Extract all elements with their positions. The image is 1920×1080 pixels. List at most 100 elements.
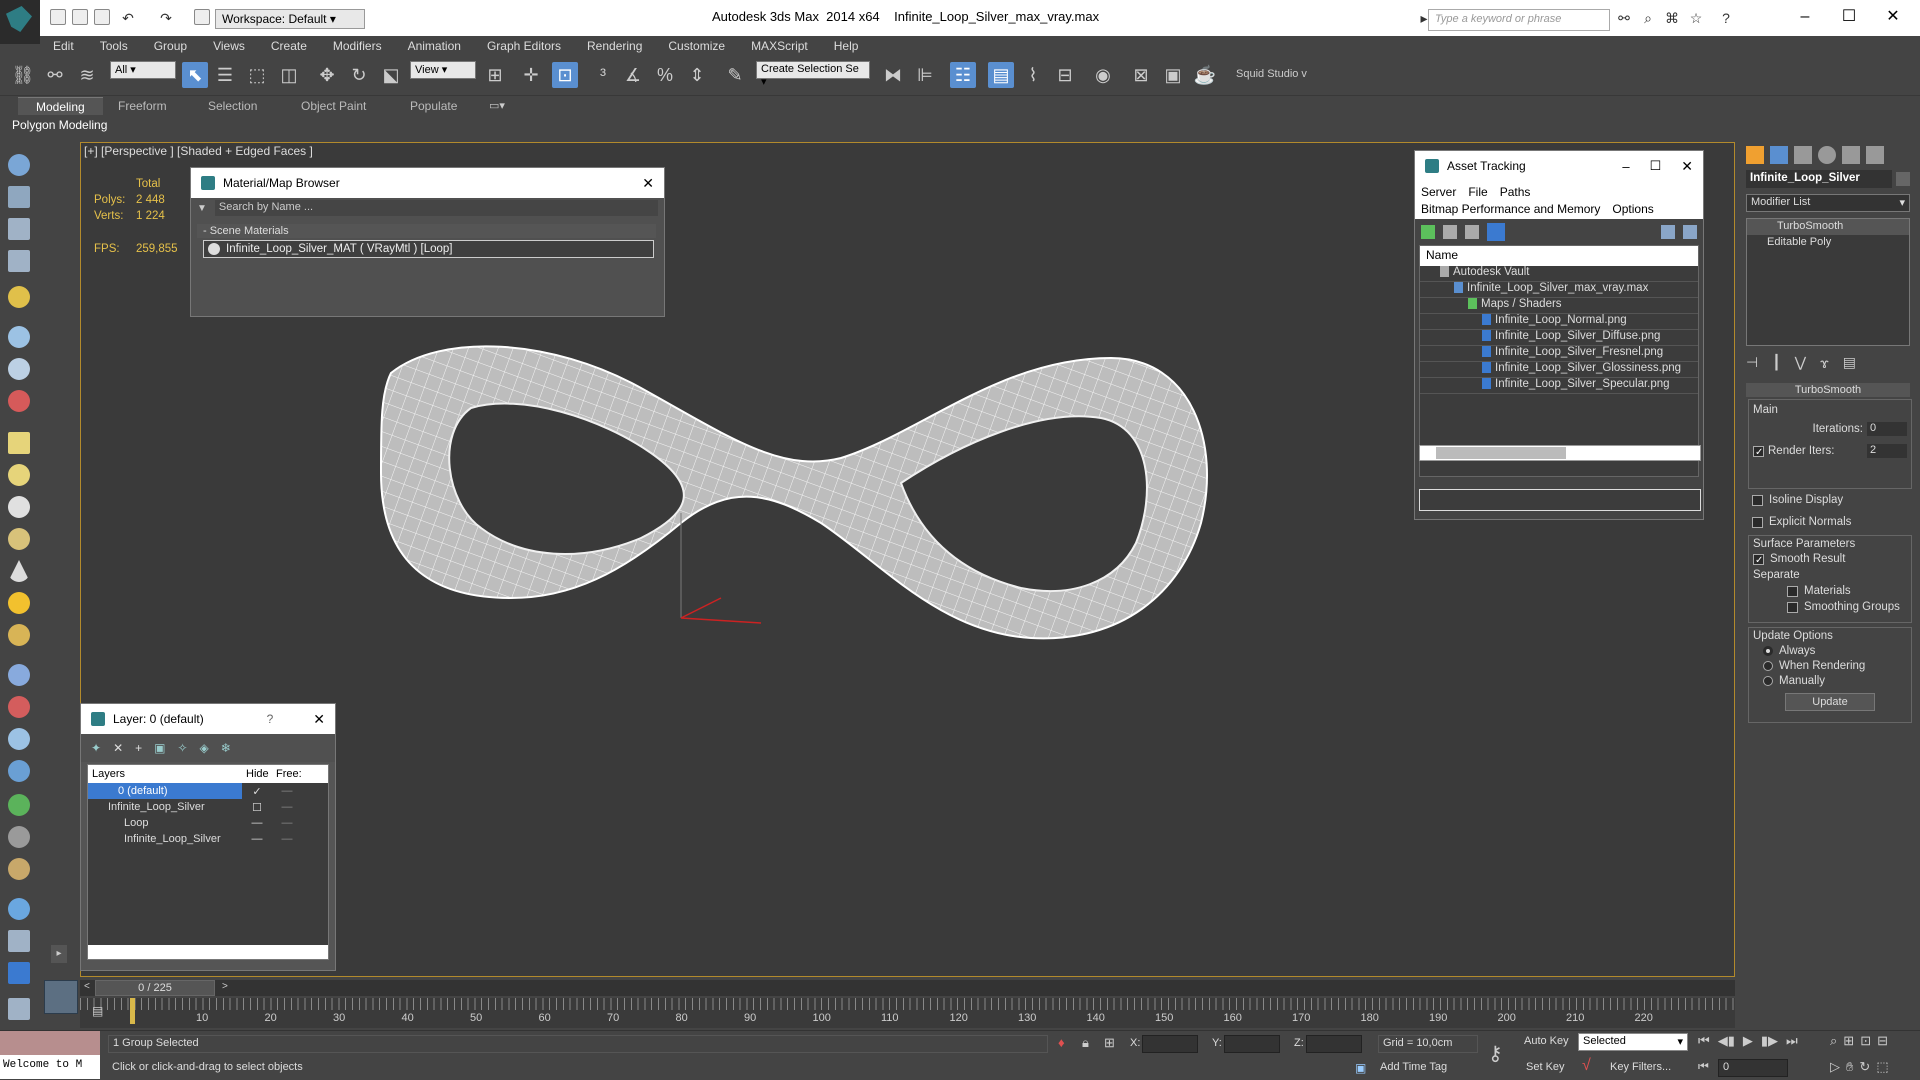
render-setup-icon[interactable]: ⊠ — [1128, 62, 1154, 88]
menu-options[interactable]: Options — [1612, 202, 1653, 216]
material-list-item[interactable]: Infinite_Loop_Silver_MAT ( VRayMtl ) [Lo… — [203, 240, 654, 258]
menu-create[interactable]: Create — [258, 36, 320, 56]
hierarchy-icon[interactable] — [8, 326, 30, 348]
delete-layer-icon[interactable]: ✕ — [113, 741, 123, 755]
help-icon[interactable] — [1661, 225, 1675, 239]
hide-toggle[interactable]: — — [242, 833, 272, 845]
time-cursor[interactable] — [130, 998, 135, 1024]
minimize-icon[interactable]: – — [1622, 159, 1629, 174]
x-coord-field[interactable] — [1142, 1035, 1198, 1053]
asset-row[interactable]: Infinite_Loop_Silver_Specular.png — [1420, 378, 1698, 394]
tab-modeling[interactable]: Modeling — [18, 97, 103, 115]
asset-scroll-thumb[interactable] — [1436, 447, 1566, 459]
space-warp-icon[interactable] — [8, 760, 30, 782]
configure-sets-icon[interactable]: ▤ — [1843, 354, 1856, 371]
app-logo-button[interactable] — [0, 0, 40, 44]
go-to-end-icon[interactable]: ⏭ — [1786, 1033, 1798, 1049]
maximize-icon[interactable]: ☐ — [1829, 4, 1869, 30]
material-editor-icon[interactable]: ◉ — [1090, 62, 1116, 88]
menu-server[interactable]: Server — [1421, 185, 1456, 199]
select-object-icon[interactable]: ⬉ — [182, 62, 208, 88]
hide-column[interactable]: Hide — [246, 768, 276, 780]
turbosmooth-rollout-header[interactable]: TurboSmooth — [1746, 383, 1910, 397]
close-icon[interactable]: ✕ — [1873, 4, 1913, 30]
edit-named-selection-icon[interactable]: ✎ — [722, 62, 748, 88]
hide-toggle[interactable]: ☐ — [242, 801, 272, 814]
asset-tracking-titlebar[interactable]: Asset Tracking – ☐ ✕ — [1415, 151, 1703, 181]
menu-rendering[interactable]: Rendering — [574, 36, 655, 56]
manually-radio[interactable] — [1763, 676, 1773, 686]
freeze-toggle[interactable]: — — [272, 801, 302, 813]
when-rendering-radio[interactable] — [1763, 661, 1773, 671]
asset-row[interactable]: Infinite_Loop_Silver_Glossiness.png — [1420, 362, 1698, 378]
sun-icon[interactable] — [8, 592, 30, 614]
utilities-tab-icon[interactable] — [1866, 146, 1884, 164]
set-key-icon[interactable]: √ — [1582, 1057, 1591, 1075]
modifier-list-dropdown[interactable]: Modifier List ▾ — [1746, 194, 1910, 212]
menu-tools[interactable]: Tools — [87, 36, 141, 56]
prev-frame-icon[interactable]: < — [84, 981, 90, 992]
dynamics-icon[interactable] — [8, 696, 30, 718]
asset-row[interactable]: Autodesk Vault — [1420, 266, 1698, 282]
asset-row[interactable]: Infinite_Loop_Silver_Diffuse.png — [1420, 330, 1698, 346]
close-icon[interactable]: ✕ — [642, 175, 654, 192]
next-frame-icon[interactable]: > — [222, 981, 228, 992]
scale-icon[interactable]: ⬕ — [378, 62, 404, 88]
bind-space-warp-icon[interactable]: ≋ — [74, 62, 100, 88]
set-key-button[interactable]: Set Key — [1526, 1061, 1565, 1073]
rotate-icon[interactable]: ↻ — [346, 62, 372, 88]
object-name-field[interactable]: Infinite_Loop_Silver — [1746, 170, 1892, 188]
render-iters-checkbox[interactable] — [1753, 445, 1764, 457]
scene-materials-header[interactable]: - Scene Materials — [197, 224, 656, 238]
tab-populate[interactable]: Populate — [392, 97, 475, 115]
modify-tab-icon[interactable] — [1770, 146, 1788, 164]
freeze-column[interactable]: Free: — [276, 768, 302, 780]
spinner-snap-icon[interactable]: ⇕ — [684, 62, 710, 88]
asset-row[interactable]: Infinite_Loop_Normal.png — [1420, 314, 1698, 330]
scene-explorer-icon[interactable] — [8, 186, 30, 208]
move-icon[interactable]: ✥ — [314, 62, 340, 88]
key-icon[interactable]: ⚷ — [1488, 1041, 1503, 1066]
track-bar[interactable] — [80, 998, 1735, 1028]
schematic-view-icon[interactable]: ⊟ — [1052, 62, 1078, 88]
pin-stack-icon[interactable]: ⊣ — [1746, 354, 1758, 371]
current-frame-field[interactable]: 0 — [1718, 1059, 1788, 1077]
maximize-icon[interactable]: ☐ — [1650, 158, 1662, 174]
z-coord-field[interactable] — [1306, 1035, 1362, 1053]
asset-row[interactable]: Infinite_Loop_Silver_Fresnel.png — [1420, 346, 1698, 362]
viewport-label[interactable]: [+] [Perspective ] [Shaded + Edged Faces… — [84, 144, 313, 158]
cone-icon[interactable] — [8, 560, 30, 582]
zoom-extents-all-icon[interactable]: ⊟ — [1877, 1033, 1888, 1049]
freeze-toggle[interactable]: — — [272, 817, 302, 829]
mirror-icon[interactable]: ⧓ — [880, 62, 906, 88]
motion-tab-icon[interactable] — [1818, 146, 1836, 164]
menu-animation[interactable]: Animation — [395, 36, 474, 56]
auto-key-button[interactable]: Auto Key — [1524, 1035, 1569, 1047]
name-column-header[interactable]: Name — [1420, 246, 1698, 266]
foliage-icon[interactable] — [8, 794, 30, 816]
add-time-tag-button[interactable]: Add Time Tag — [1380, 1061, 1447, 1073]
layer-name[interactable]: Loop — [88, 815, 242, 831]
binoculars-icon[interactable]: ⚯ — [1616, 10, 1632, 26]
light-icon[interactable] — [8, 286, 30, 308]
create-tab-icon[interactable] — [1746, 146, 1764, 164]
graphite-toolbar-icon[interactable]: ▤ — [988, 62, 1014, 88]
add-to-layer-icon[interactable]: + — [135, 741, 142, 755]
tab-freeform[interactable]: Freeform — [100, 97, 185, 115]
menu-customize[interactable]: Customize — [655, 36, 738, 56]
layer-row[interactable]: Loop — — — [88, 815, 328, 831]
render-sphere-icon[interactable] — [8, 898, 30, 920]
asset-row[interactable]: Infinite_Loop_Silver_max_vray.max — [1420, 282, 1698, 298]
box-icon[interactable] — [8, 432, 30, 454]
viewport-icon[interactable] — [8, 154, 30, 176]
window-crossing-icon[interactable]: ◫ — [276, 62, 302, 88]
menu-bitmap-performance[interactable]: Bitmap Performance and Memory — [1421, 202, 1600, 216]
isolate-icon[interactable]: ♦ — [1058, 1035, 1065, 1050]
communication-center-icon[interactable]: ⌘ — [1664, 10, 1680, 26]
named-selection-dropdown[interactable]: Create Selection Se ▾ — [756, 61, 870, 88]
smoothing-groups-checkbox[interactable] — [1787, 601, 1798, 613]
select-by-name-icon[interactable]: ☰ — [212, 62, 238, 88]
orbit-icon[interactable]: ↻ — [1859, 1059, 1870, 1075]
layer-explorer-icon[interactable] — [8, 218, 30, 240]
material-browser-titlebar[interactable]: Material/Map Browser ✕ — [191, 168, 664, 198]
